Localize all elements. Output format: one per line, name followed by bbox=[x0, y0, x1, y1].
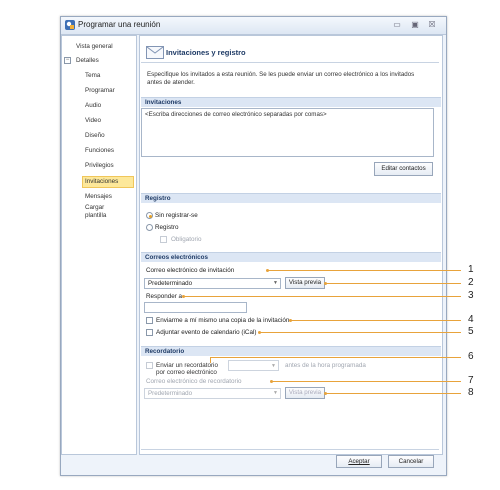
callout-dot-8 bbox=[324, 392, 327, 395]
callout-line-8 bbox=[326, 393, 461, 394]
app-icon bbox=[65, 20, 75, 30]
maximize-icon[interactable]: ▣ bbox=[409, 19, 421, 30]
callout-line-3 bbox=[184, 296, 461, 297]
minimize-icon[interactable]: ▭ bbox=[391, 19, 403, 30]
callout-line-5 bbox=[260, 332, 461, 333]
callout-number-4: 4 bbox=[468, 314, 474, 325]
nav-item-design[interactable]: Diseño bbox=[85, 132, 105, 139]
nav-item-details[interactable]: Detalles bbox=[76, 57, 99, 64]
mandatory-checkbox[interactable] bbox=[160, 236, 167, 243]
callout-number-8: 8 bbox=[468, 387, 474, 398]
callout-number-7: 7 bbox=[468, 375, 474, 386]
divider bbox=[141, 62, 439, 63]
reply-to-label: Responder a bbox=[146, 293, 183, 300]
dropdown-arrow-icon[interactable]: ▼ bbox=[273, 280, 278, 286]
nav-tree bbox=[61, 35, 137, 455]
attach-ical-checkbox[interactable] bbox=[146, 329, 153, 336]
callout-dot-7 bbox=[270, 380, 273, 383]
reminder-email-select[interactable]: Predeterminado bbox=[144, 388, 281, 399]
callout-line-7 bbox=[272, 381, 461, 382]
callout-dot-5 bbox=[258, 331, 261, 334]
callout-line-4 bbox=[291, 320, 461, 321]
send-reminder-checkbox[interactable] bbox=[146, 362, 153, 369]
nav-item-messages[interactable]: Mensajes bbox=[85, 193, 112, 200]
callout-dot-1 bbox=[266, 269, 269, 272]
reminder-email-value: Predeterminado bbox=[148, 390, 193, 397]
callout-connector-6 bbox=[210, 357, 211, 363]
send-reminder-label: Enviar un recordatorio bbox=[156, 362, 218, 369]
callout-dot-3 bbox=[182, 295, 185, 298]
callout-dot-4 bbox=[289, 319, 292, 322]
nav-item-schedule[interactable]: Programar bbox=[85, 87, 115, 94]
cancel-button[interactable]: Cancelar bbox=[388, 455, 434, 468]
window-title: Programar una reunión bbox=[78, 20, 161, 29]
section-registration: Registro bbox=[141, 193, 441, 203]
mandatory-label: Obligatorio bbox=[171, 236, 202, 243]
dropdown-arrow-icon[interactable]: ▼ bbox=[271, 363, 276, 369]
no-registration-label: Sin registrar-se bbox=[155, 212, 198, 219]
page-description: Especifique los invitados a esta reunión… bbox=[147, 71, 415, 86]
collapse-icon[interactable]: − bbox=[64, 57, 71, 64]
reminder-preview-button[interactable]: Vista previa bbox=[285, 387, 325, 399]
reminder-email-label: Correo electrónico de recordatorio bbox=[146, 378, 242, 385]
send-copy-checkbox[interactable] bbox=[146, 317, 153, 324]
nav-item-invitations[interactable]: Invitaciones bbox=[85, 178, 118, 185]
callout-number-1: 1 bbox=[468, 264, 474, 275]
edit-contacts-button[interactable]: Editar contactos bbox=[374, 162, 433, 176]
callout-line-1 bbox=[268, 270, 461, 271]
nav-item-audio[interactable]: Audio bbox=[85, 102, 101, 109]
page-title: Invitaciones y registro bbox=[166, 48, 246, 57]
send-reminder-label-2: por correo electrónico bbox=[156, 369, 217, 376]
callout-number-5: 5 bbox=[468, 326, 474, 337]
callout-number-2: 2 bbox=[468, 277, 474, 288]
dropdown-arrow-icon[interactable]: ▼ bbox=[273, 390, 278, 396]
invitations-textarea[interactable]: <Escriba direcciones de correo electróni… bbox=[141, 108, 434, 157]
reply-to-input[interactable] bbox=[144, 302, 247, 313]
invitation-email-label: Correo electrónico de invitación bbox=[146, 267, 235, 274]
registration-radio[interactable] bbox=[146, 224, 153, 231]
callout-line-2 bbox=[326, 283, 461, 284]
callout-line-6 bbox=[210, 357, 461, 358]
callout-number-3: 3 bbox=[468, 290, 474, 301]
send-copy-label: Enviarme a mí mismo una copia de la invi… bbox=[156, 317, 290, 324]
nav-item-video[interactable]: Video bbox=[85, 117, 101, 124]
invitation-email-value: Predeterminado bbox=[148, 280, 193, 287]
accept-button[interactable]: Aceptar bbox=[336, 455, 382, 468]
nav-item-overview[interactable]: Vista general bbox=[76, 43, 113, 50]
no-registration-radio[interactable] bbox=[146, 212, 153, 219]
nav-item-load-template[interactable]: Cargar bbox=[85, 204, 104, 211]
section-reminder: Recordatorio bbox=[141, 346, 441, 356]
nav-item-load-template-2[interactable]: plantilla bbox=[85, 212, 106, 219]
invitation-preview-button[interactable]: Vista previa bbox=[285, 277, 325, 289]
nav-item-privileges[interactable]: Privilegios bbox=[85, 162, 114, 169]
before-time-label: antes de la hora programada bbox=[285, 362, 366, 369]
attach-ical-label: Adjuntar evento de calendario (iCal) bbox=[156, 329, 257, 336]
callout-number-6: 6 bbox=[468, 351, 474, 362]
envelope-icon bbox=[146, 46, 164, 59]
divider bbox=[141, 449, 439, 450]
registration-label: Registro bbox=[155, 224, 179, 231]
close-icon[interactable]: ☒ bbox=[426, 19, 438, 30]
invitation-email-select[interactable]: Predeterminado bbox=[144, 278, 281, 289]
nav-item-topic[interactable]: Tema bbox=[85, 72, 100, 79]
section-invitations: Invitaciones bbox=[141, 97, 441, 107]
callout-dot-2 bbox=[324, 282, 327, 285]
section-emails: Correos electrónicos bbox=[141, 252, 441, 262]
nav-item-features[interactable]: Funciones bbox=[85, 147, 114, 154]
